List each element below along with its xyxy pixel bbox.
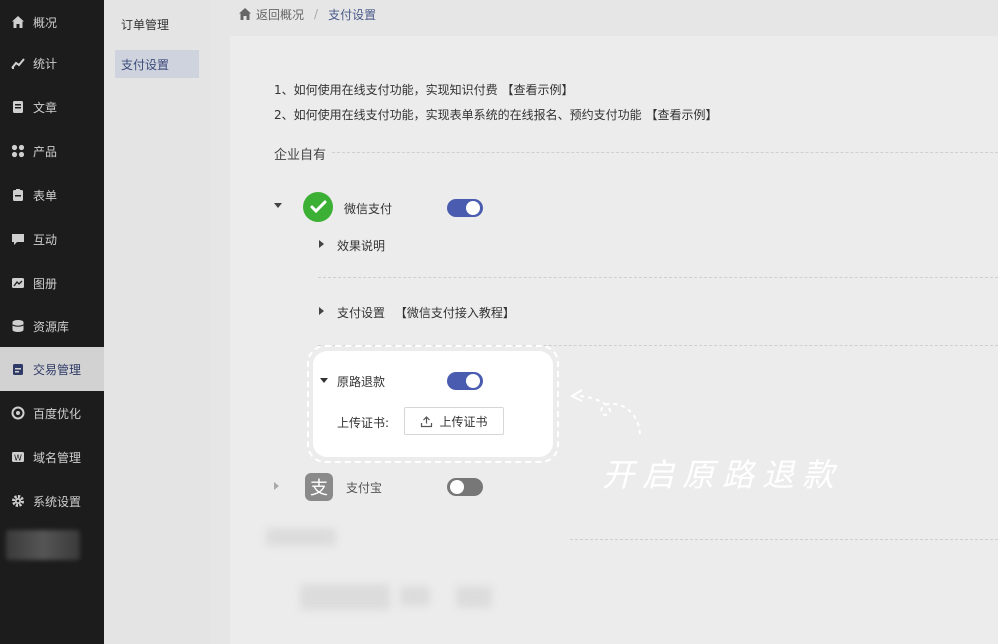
refund-collapse-toggle[interactable] [320, 378, 328, 383]
database-icon [11, 319, 25, 333]
sidebar-item-label: 交易管理 [33, 362, 82, 377]
wechat-settings-text: 支付设置 [337, 306, 386, 320]
sidebar-item-label: 产品 [33, 144, 58, 159]
blurred-item [300, 584, 390, 610]
section-title: 企业自有 [274, 148, 327, 163]
blurred-toggle [400, 586, 430, 606]
refund-label: 原路退款 [337, 375, 386, 389]
alipay-enable-toggle[interactable] [447, 478, 483, 496]
sidebar-item-settings[interactable]: 系统设置 [0, 479, 104, 523]
wechat-enable-toggle[interactable] [447, 199, 483, 217]
breadcrumb-back-link[interactable]: 返回概况 [256, 6, 304, 23]
chart-icon [11, 56, 25, 70]
effect-expand-toggle[interactable] [319, 240, 324, 248]
section-divider [332, 152, 998, 153]
cert-label: 上传证书: [337, 416, 390, 430]
wechat-tutorial-link[interactable]: 【微信支付接入教程】 [395, 306, 515, 320]
upload-icon [421, 415, 433, 427]
sidebar-item-label: 百度优化 [33, 406, 82, 421]
wechat-settings-label: 支付设置 【微信支付接入教程】 [337, 304, 515, 321]
article-icon [11, 100, 25, 114]
submenu-item-orders[interactable]: 订单管理 [115, 10, 199, 38]
wechat-collapse-toggle[interactable] [274, 203, 282, 208]
breadcrumb-current: 支付设置 [328, 7, 377, 22]
domain-icon: W [11, 450, 25, 464]
seo-icon [11, 406, 25, 420]
alipay-expand-toggle[interactable] [274, 482, 279, 490]
svg-text:W: W [14, 454, 22, 463]
breadcrumb-separator: / [314, 7, 319, 21]
wechat-label: 微信支付 [344, 202, 393, 216]
sidebar-item-domain[interactable]: W 域名管理 [0, 435, 104, 479]
gear-icon [11, 494, 25, 508]
album-icon [11, 276, 25, 290]
secondary-menu: 订单管理 支付设置 [104, 0, 210, 644]
upload-cert-button-label: 上传证书 [439, 414, 488, 429]
sidebar-item-trade[interactable]: 交易管理 [0, 347, 104, 391]
sidebar-item-label: 概况 [33, 15, 58, 30]
refund-highlight-card: 原路退款 上传证书: 上传证书 [313, 351, 553, 457]
grid-icon [11, 144, 25, 158]
sidebar-item-label: 资源库 [33, 319, 70, 334]
main-content: 返回概况 / 支付设置 1、如何使用在线支付功能，实现知识付费 【查看示例】 2… [210, 0, 998, 644]
alipay-label: 支付宝 [346, 481, 383, 495]
upload-cert-button[interactable]: 上传证书 [404, 407, 504, 435]
help-line-1[interactable]: 1、如何使用在线支付功能，实现知识付费 【查看示例】 [274, 81, 573, 98]
sidebar-item-resources[interactable]: 资源库 [0, 304, 104, 348]
sidebar-item-interaction[interactable]: 互动 [0, 217, 104, 261]
main-sidebar: 概况 统计 文章 产品 表单 互动 图册 资源库 交易管理 百度优化 W 域名管… [0, 0, 104, 644]
sidebar-item-seo[interactable]: 百度优化 [0, 391, 104, 435]
divider [318, 277, 998, 278]
breadcrumb: 返回概况 / 支付设置 [238, 4, 376, 24]
sidebar-item-forms[interactable]: 表单 [0, 173, 104, 217]
divider [570, 539, 998, 540]
blurred-item [456, 586, 492, 608]
clipboard-icon [11, 188, 25, 202]
help-line-2[interactable]: 2、如何使用在线支付功能，实现表单系统的在线报名、预约支付功能 【查看示例】 [274, 106, 717, 123]
effect-label[interactable]: 效果说明 [337, 237, 385, 254]
annotation-arrow-icon [569, 389, 641, 435]
sidebar-item-label: 统计 [33, 56, 58, 71]
sidebar-item-stats[interactable]: 统计 [0, 41, 104, 85]
sidebar-item-label: 互动 [33, 232, 58, 247]
sidebar-item-album[interactable]: 图册 [0, 261, 104, 305]
sidebar-item-label: 文章 [33, 100, 58, 115]
payment-settings-panel: 1、如何使用在线支付功能，实现知识付费 【查看示例】 2、如何使用在线支付功能，… [230, 36, 998, 644]
blurred-section-title [266, 528, 336, 546]
settings-expand-toggle[interactable] [319, 307, 324, 315]
refund-enable-toggle[interactable] [447, 372, 483, 390]
sidebar-item-overview[interactable]: 概况 [0, 0, 104, 44]
home-icon [11, 15, 25, 29]
chat-icon [11, 232, 25, 246]
sidebar-item-label: 域名管理 [33, 450, 82, 465]
sidebar-item-label: 表单 [33, 188, 58, 203]
sidebar-item-products[interactable]: 产品 [0, 129, 104, 173]
sidebar-item-articles[interactable]: 文章 [0, 85, 104, 129]
trade-icon [11, 362, 25, 376]
submenu-item-payment-settings[interactable]: 支付设置 [115, 50, 199, 78]
wechat-logo [303, 192, 333, 222]
annotation-text: 开启原路退款 [602, 456, 843, 494]
alipay-logo: 支 [305, 473, 333, 501]
sidebar-item-label: 图册 [33, 276, 58, 291]
account-avatar-blurred[interactable] [6, 530, 80, 560]
home-icon[interactable] [238, 7, 252, 21]
sidebar-item-label: 系统设置 [33, 494, 82, 509]
